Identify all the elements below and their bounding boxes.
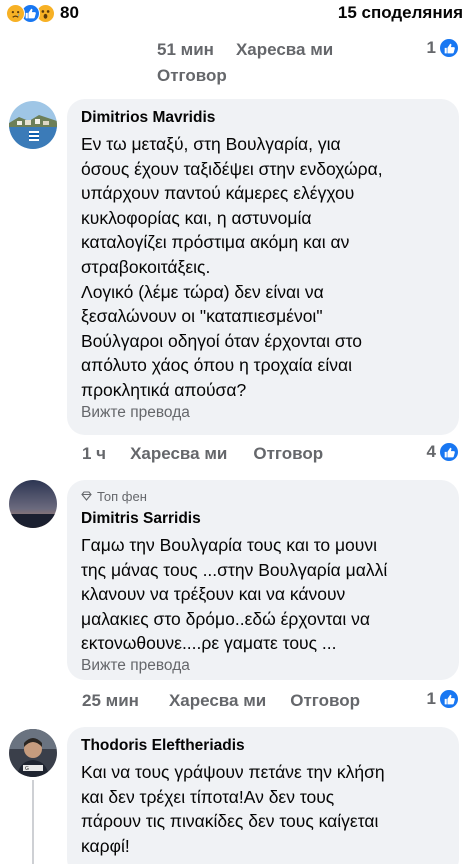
comment-time[interactable]: 1 ч (82, 444, 106, 464)
see-translation-link[interactable]: Вижте превода (81, 656, 446, 676)
reaction-count[interactable]: 80 (60, 3, 79, 23)
comment-bubble: Thodoris Eleftheriadis Και να τους γράψο… (67, 727, 459, 864)
likes-count: 4 (426, 442, 436, 461)
avatar[interactable] (9, 101, 57, 149)
like-icon (439, 689, 459, 709)
post-stats-bar: 80 15 споделяния (0, 0, 471, 26)
sad-reaction-icon (6, 3, 25, 23)
likes-count: 1 (426, 38, 436, 57)
comment-bubble: Топ фен Dimitris Sarridis Γαμω την Βουλγ… (67, 480, 459, 680)
comment-likes[interactable]: 1 (427, 38, 459, 58)
comment-author[interactable]: Dimitris Sarridis (81, 509, 446, 529)
like-button[interactable]: Харесва ми (236, 40, 333, 60)
thread-line (32, 780, 34, 864)
comment-time[interactable]: 25 мин (82, 691, 139, 711)
comment-actions: 1 ч Харесва ми Отговор (82, 444, 323, 464)
svg-text:G: G (25, 766, 29, 772)
comment-author[interactable]: Thodoris Eleftheriadis (81, 736, 446, 756)
like-button[interactable]: Харесва ми (169, 691, 266, 711)
comment-text: Εν τω μεταξύ, στη Βουλγαρία, για όσους έ… (81, 134, 383, 400)
comment-likes[interactable]: 4 (427, 442, 459, 462)
comment-author[interactable]: Dimitrios Mavridis (81, 108, 446, 128)
avatar[interactable] (9, 480, 57, 528)
reactions-summary[interactable]: 80 (6, 3, 79, 23)
comment-likes[interactable]: 1 (427, 689, 459, 709)
badge-label: Топ фен (97, 489, 147, 504)
reply-button[interactable]: Отговор (157, 66, 227, 86)
comment-actions: 25 мин Харесва ми Отговор (82, 691, 360, 711)
comment-time[interactable]: 51 мин (157, 40, 214, 60)
reply-button[interactable]: Отговор (253, 444, 323, 464)
shares-count[interactable]: 15 споделяния (338, 3, 463, 23)
comment-text: Και να τους γράψουν πετάνε την κλήση και… (81, 762, 385, 856)
like-icon (439, 38, 459, 58)
comment-actions-2: Отговор (157, 66, 227, 86)
diamond-icon (81, 489, 92, 505)
top-fan-badge: Топ фен (81, 489, 446, 505)
comment-text: Γαμω την Βουλγαρία τους και το μουνι της… (81, 535, 388, 654)
reply-button[interactable]: Отговор (290, 691, 360, 711)
comment-bubble: Dimitrios Mavridis Εν τω μεταξύ, στη Βου… (67, 99, 459, 435)
likes-count: 1 (426, 689, 436, 708)
comment-actions: 51 мин Харесва ми (157, 40, 333, 60)
like-icon (439, 442, 459, 462)
avatar[interactable]: G (9, 729, 57, 777)
see-translation-link[interactable]: Вижте превода (81, 403, 446, 423)
like-button[interactable]: Харесва ми (130, 444, 227, 464)
